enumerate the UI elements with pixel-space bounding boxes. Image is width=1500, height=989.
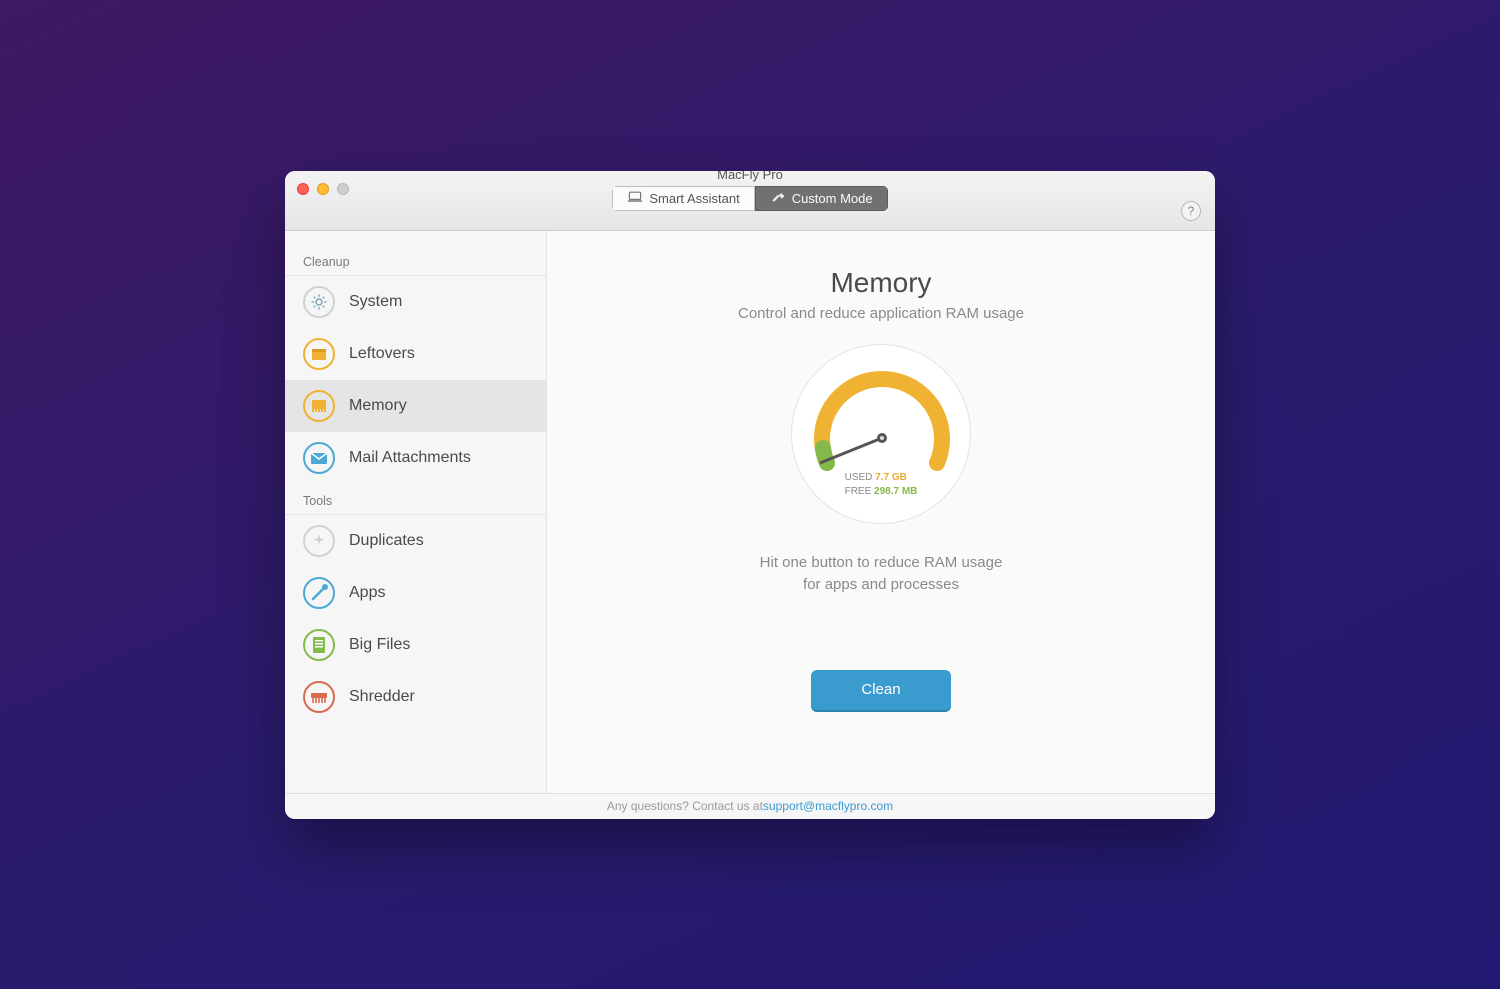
page-subtitle: Control and reduce application RAM usage (738, 305, 1024, 322)
box-icon (303, 338, 335, 370)
sidebar-item-label: Duplicates (349, 532, 424, 550)
clean-button[interactable]: Clean (811, 670, 951, 710)
window-controls (297, 183, 349, 195)
sidebar-item-apps[interactable]: Apps (285, 567, 546, 619)
minimize-window-button[interactable] (317, 183, 329, 195)
memory-gauge: USED 7.7 GB FREE 298.7 MB (791, 344, 971, 524)
sidebar-item-duplicates[interactable]: Duplicates (285, 515, 546, 567)
tab-custom-mode[interactable]: Custom Mode (755, 186, 888, 211)
hint-line-1: Hit one button to reduce RAM usage (760, 552, 1003, 574)
footer: Any questions? Contact us at support@mac… (285, 793, 1215, 819)
hint-line-2: for apps and processes (760, 574, 1003, 596)
free-value: 298.7 MB (874, 486, 917, 497)
sparkle-icon (303, 525, 335, 557)
close-window-button[interactable] (297, 183, 309, 195)
sidebar-item-label: System (349, 293, 402, 311)
chip-icon (303, 390, 335, 422)
window-title: MacFly Pro (717, 171, 783, 183)
support-email-link[interactable]: support@macflypro.com (763, 799, 893, 813)
page-title: Memory (830, 267, 931, 299)
sidebar-item-label: Shredder (349, 688, 415, 706)
titlebar: MacFly Pro Smart Assistant Custom Mode ? (285, 171, 1215, 231)
used-value: 7.7 GB (875, 472, 907, 483)
sidebar-item-label: Memory (349, 397, 407, 415)
tab-label: Custom Mode (792, 191, 873, 206)
sidebar-item-label: Big Files (349, 636, 410, 654)
mode-switcher: Smart Assistant Custom Mode (612, 186, 887, 211)
sidebar-item-label: Leftovers (349, 345, 415, 363)
sidebar-item-mail-attachments[interactable]: Mail Attachments (285, 432, 546, 484)
laptop-icon (627, 191, 643, 206)
tab-label: Smart Assistant (649, 191, 739, 206)
sidebar-section-cleanup: Cleanup (285, 245, 546, 276)
app-window: MacFly Pro Smart Assistant Custom Mode ?… (285, 171, 1215, 819)
sidebar-item-label: Mail Attachments (349, 449, 471, 467)
sidebar-item-shredder[interactable]: Shredder (285, 671, 546, 723)
sidebar-item-leftovers[interactable]: Leftovers (285, 328, 546, 380)
window-body: Cleanup System Leftovers Memory (285, 231, 1215, 793)
sidebar-item-big-files[interactable]: Big Files (285, 619, 546, 671)
main-pane: Memory Control and reduce application RA… (547, 231, 1215, 793)
wrench-icon (770, 191, 786, 206)
footer-text: Any questions? Contact us at (607, 799, 763, 813)
sidebar-section-tools: Tools (285, 484, 546, 515)
gauge-readout: USED 7.7 GB FREE 298.7 MB (845, 471, 918, 499)
hint-text: Hit one button to reduce RAM usage for a… (760, 552, 1003, 596)
sidebar: Cleanup System Leftovers Memory (285, 231, 547, 793)
help-button[interactable]: ? (1181, 201, 1201, 221)
zoom-window-button[interactable] (337, 183, 349, 195)
tools-icon (303, 577, 335, 609)
sidebar-item-memory[interactable]: Memory (285, 380, 546, 432)
gear-icon (303, 286, 335, 318)
shred-icon (303, 681, 335, 713)
files-icon (303, 629, 335, 661)
sidebar-item-system[interactable]: System (285, 276, 546, 328)
tab-smart-assistant[interactable]: Smart Assistant (612, 186, 754, 211)
free-label: FREE (845, 486, 872, 497)
envelope-icon (303, 442, 335, 474)
sidebar-item-label: Apps (349, 584, 385, 602)
used-label: USED (845, 472, 873, 483)
